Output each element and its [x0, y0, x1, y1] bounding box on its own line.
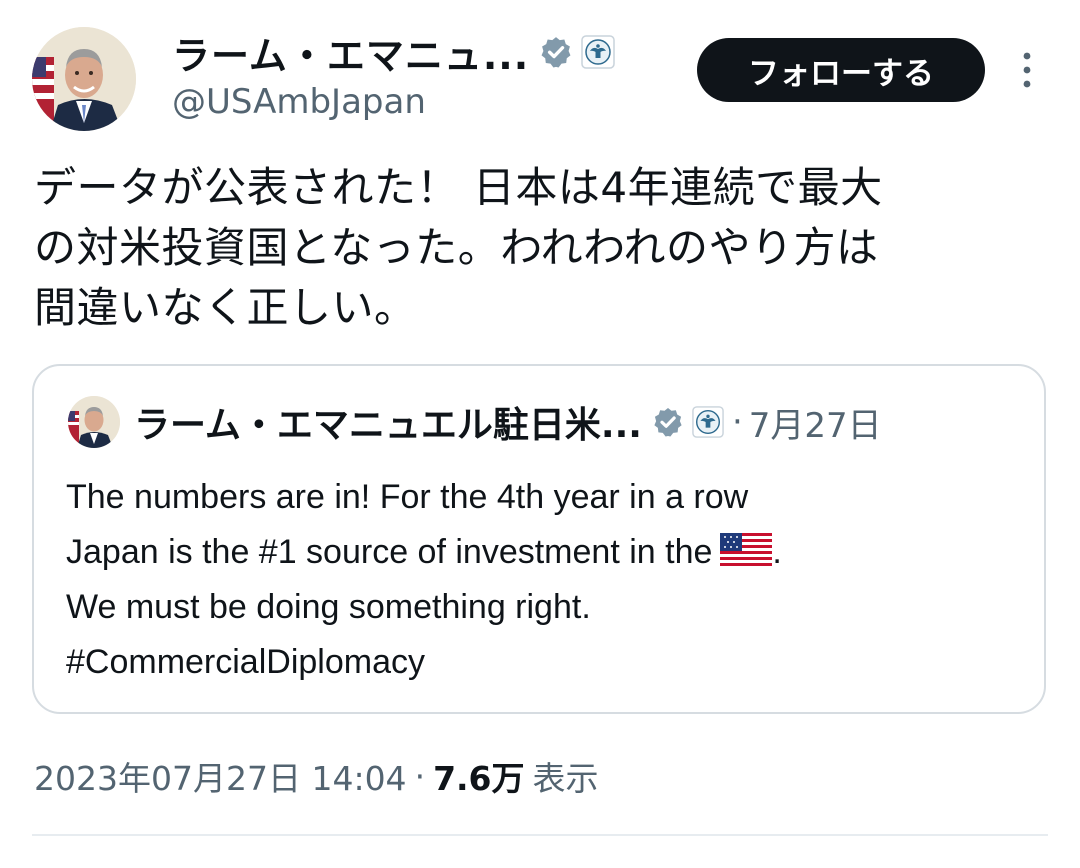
views-count: 7.6万 — [433, 759, 525, 798]
quoted-author-avatar[interactable] — [68, 396, 120, 448]
tweet-timestamp[interactable]: 2023年07月27日 14:04 — [34, 752, 407, 800]
quoted-tweet-header: ラーム・エマニュエル駐日米... · 7月27日 — [134, 394, 882, 450]
meta-separator: · — [414, 756, 426, 796]
tweet-header: ラーム・エマニュ... @USAmbJapan フォローする — [0, 0, 1080, 150]
quoted-tweet-date[interactable]: 7月27日 — [749, 398, 882, 447]
tweet-text: データが公表された！ 日本は4年連続で最大 の対米投資国となった。われわれのやり… — [34, 163, 883, 332]
tweet-meta: 2023年07月27日 14:04 · 7.6万 表示 — [34, 752, 599, 800]
quoted-text-period: . — [772, 533, 782, 571]
author-display-name[interactable]: ラーム・エマニュ... — [172, 25, 529, 80]
quoted-text-line: Japan is the #1 source of investment in … — [66, 525, 1026, 580]
quoted-meta-separator: · — [731, 402, 743, 442]
quoted-text-segment: Japan is the #1 source of investment in … — [66, 533, 713, 571]
vertical-ellipsis-icon[interactable] — [1011, 48, 1043, 92]
views-label: 表示 — [532, 759, 599, 798]
us-state-department-seal-icon[interactable] — [581, 35, 615, 69]
verified-badge-icon[interactable] — [539, 35, 573, 69]
quoted-tweet-card[interactable]: ラーム・エマニュエル駐日米... · 7月27日 The numbers are… — [32, 364, 1046, 714]
quoted-author-display-name[interactable]: ラーム・エマニュエル駐日米... — [134, 396, 642, 448]
author-name-row: ラーム・エマニュ... — [172, 24, 615, 80]
quoted-text-line: The numbers are in! For the 4th year in … — [66, 478, 749, 516]
divider — [32, 834, 1048, 836]
verified-badge-icon[interactable] — [652, 406, 684, 438]
author-avatar[interactable] — [32, 27, 136, 131]
us-state-department-seal-icon[interactable] — [692, 406, 724, 438]
quoted-tweet-text: The numbers are in! For the 4th year in … — [66, 470, 1026, 690]
quoted-text-line: We must be doing something right. — [66, 588, 591, 626]
us-flag-icon — [720, 531, 773, 569]
author-handle[interactable]: @USAmbJapan — [172, 82, 426, 122]
follow-button[interactable]: フォローする — [697, 38, 985, 102]
hashtag-link[interactable]: #CommercialDiplomacy — [66, 635, 1026, 690]
